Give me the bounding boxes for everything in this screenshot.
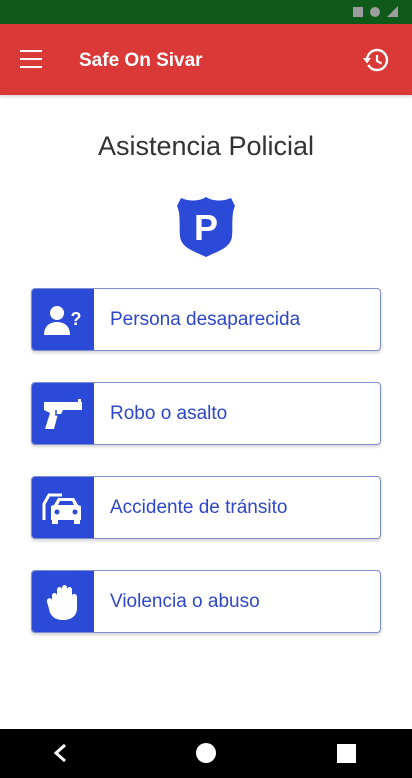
car-crash-icon xyxy=(42,493,81,524)
violence-button[interactable]: Violencia o abuso xyxy=(31,570,381,633)
robbery-icon-box xyxy=(32,383,94,444)
status-icons xyxy=(353,6,398,17)
gun-icon xyxy=(44,398,82,429)
hand-icon xyxy=(46,584,77,620)
recent-apps-icon[interactable] xyxy=(337,744,356,763)
page-title: Asistencia Policial xyxy=(97,131,315,161)
missing-person-button[interactable]: ? Persona desaparecida xyxy=(31,288,381,351)
traffic-accident-label: Accidente de tránsito xyxy=(110,496,288,518)
home-icon[interactable] xyxy=(196,743,216,763)
missing-person-icon-box: ? xyxy=(32,289,94,350)
violence-label: Violencia o abuso xyxy=(110,590,260,612)
navigation-bar xyxy=(0,729,412,778)
signal-icon xyxy=(387,6,398,17)
app-title: Safe On Sivar xyxy=(79,50,203,71)
missing-person-label: Persona desaparecida xyxy=(110,308,301,330)
notification-icon xyxy=(353,6,363,17)
missing-person-icon: ? xyxy=(44,305,82,335)
back-icon[interactable] xyxy=(50,742,72,764)
traffic-accident-button[interactable]: Accidente de tránsito xyxy=(31,476,381,539)
robbery-button[interactable]: Robo o asalto xyxy=(31,382,381,445)
badge-letter: P xyxy=(194,207,218,248)
history-icon[interactable] xyxy=(362,46,390,74)
traffic-accident-icon-box xyxy=(32,477,94,538)
violence-icon-box xyxy=(32,571,94,632)
status-bar xyxy=(0,0,412,24)
police-badge-icon: P xyxy=(177,197,235,257)
app-bar: Safe On Sivar xyxy=(0,24,412,95)
menu-icon[interactable] xyxy=(20,50,42,68)
wifi-icon xyxy=(370,6,380,17)
robbery-label: Robo o asalto xyxy=(110,402,228,424)
svg-text:?: ? xyxy=(71,309,82,329)
